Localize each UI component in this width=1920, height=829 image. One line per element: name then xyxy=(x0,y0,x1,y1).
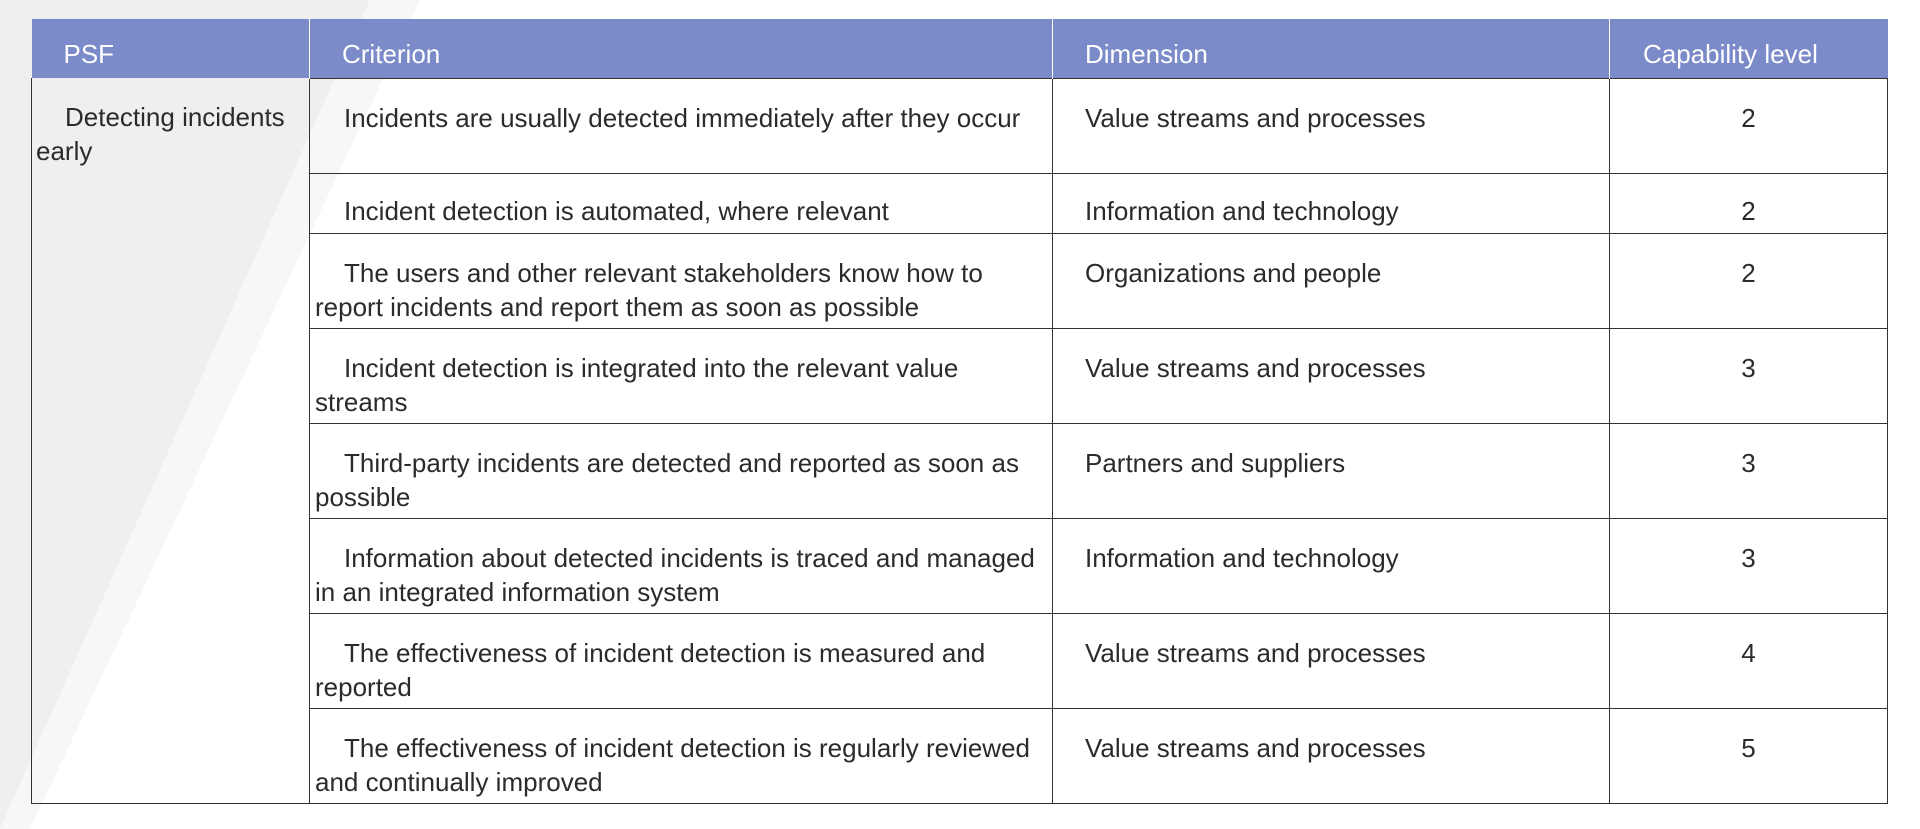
capability-level-cell: 3 xyxy=(1609,422,1888,519)
dimension-cell: Partners and suppliers xyxy=(1052,422,1610,519)
slide-page: PSF Criterion Dimension Capability level… xyxy=(0,0,1920,829)
criterion-cell: Third-party incidents are detected and r… xyxy=(309,422,1053,519)
criterion-cell: Information about detected incidents is … xyxy=(309,517,1053,614)
table-row: Incident detection is integrated into th… xyxy=(32,327,1888,424)
capability-level-cell: 5 xyxy=(1609,707,1888,804)
table-row: Detecting incidents early Incidents are … xyxy=(31,77,1888,804)
table-header-row: PSF Criterion Dimension Capability level xyxy=(31,19,1888,78)
dimension-cell: Value streams and processes xyxy=(1052,327,1610,424)
criterion-cell: The effectiveness of incident detection … xyxy=(309,707,1053,804)
psf-criteria-table: PSF Criterion Dimension Capability level… xyxy=(31,19,1888,804)
table-row: The effectiveness of incident detection … xyxy=(32,612,1888,709)
table-row: Information about detected incidents is … xyxy=(32,517,1888,614)
header-capability-level: Capability level xyxy=(1609,19,1888,78)
capability-level-cell: 2 xyxy=(1609,172,1888,234)
capability-level-cell: 2 xyxy=(1609,232,1888,329)
table-row: The users and other relevant stakeholder… xyxy=(32,232,1888,329)
psf-value: Detecting incidents early xyxy=(36,102,285,166)
criterion-cell: Incident detection is automated, where r… xyxy=(309,172,1053,234)
psf-cell: Detecting incidents early xyxy=(31,78,310,804)
table-row: Third-party incidents are detected and r… xyxy=(32,422,1888,519)
dimension-cell: Value streams and processes xyxy=(1052,612,1610,709)
header-psf: PSF xyxy=(31,19,310,78)
criterion-cell: The effectiveness of incident detection … xyxy=(309,612,1053,709)
dimension-cell: Value streams and processes xyxy=(1052,707,1610,804)
capability-level-cell: 3 xyxy=(1609,517,1888,614)
criterion-cell: Incidents are usually detected immediate… xyxy=(309,77,1053,174)
table-row: Incident detection is automated, where r… xyxy=(32,172,1888,234)
capability-level-cell: 2 xyxy=(1609,77,1888,174)
header-dimension: Dimension xyxy=(1052,19,1610,78)
dimension-cell: Organizations and people xyxy=(1052,232,1610,329)
header-criterion: Criterion xyxy=(309,19,1053,78)
dimension-cell: Value streams and processes xyxy=(1052,77,1610,174)
criterion-cell: The users and other relevant stakeholder… xyxy=(309,232,1053,329)
dimension-cell: Information and technology xyxy=(1052,172,1610,234)
table-row: The effectiveness of incident detection … xyxy=(32,707,1888,804)
capability-level-cell: 3 xyxy=(1609,327,1888,424)
dimension-cell: Information and technology xyxy=(1052,517,1610,614)
criterion-cell: Incident detection is integrated into th… xyxy=(309,327,1053,424)
capability-level-cell: 4 xyxy=(1609,612,1888,709)
